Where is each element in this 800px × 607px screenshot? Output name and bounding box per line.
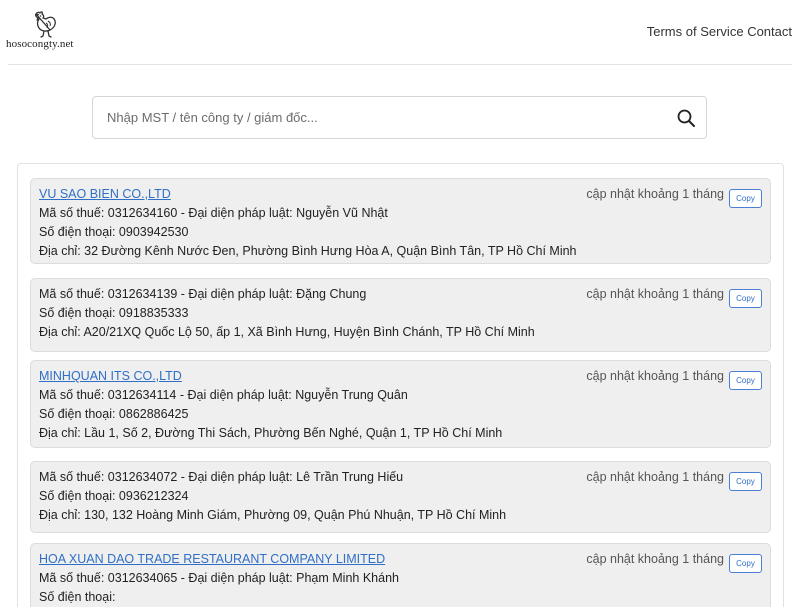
copy-button[interactable]: Copy <box>729 189 762 208</box>
updated-time: cập nhật khoảng 1 tháng <box>586 470 724 484</box>
copy-button[interactable]: Copy <box>729 289 762 308</box>
company-card: Mã số thuế: 0312634072 - Đại diện pháp l… <box>30 461 771 533</box>
tax-code-line: Mã số thuế: 0312634160 - Đại diện pháp l… <box>39 206 388 220</box>
address-line: Địa chỉ: 130, 132 Hoàng Minh Giám, Phườn… <box>39 508 507 522</box>
site-header: hosocongty.net Terms of Service Contact <box>0 0 800 64</box>
site-logo[interactable]: hosocongty.net <box>6 10 86 54</box>
tax-code-line: Mã số thuế: 0312634065 - Đại diện pháp l… <box>39 571 399 585</box>
header-divider <box>8 64 792 65</box>
company-name-link[interactable]: MINHQUAN ITS CO.,LTD <box>39 369 182 383</box>
phone-line: Số điện thoại: 0903942530 <box>39 225 189 239</box>
company-card: VU SAO BIEN CO.,LTD Mã số thuế: 03126341… <box>30 178 771 264</box>
phone-line: Số điện thoại: <box>39 590 116 604</box>
address-line: Địa chỉ: 32 Đường Kênh Nước Đen, Phường … <box>39 244 577 258</box>
updated-time: cập nhật khoảng 1 tháng <box>586 552 724 566</box>
company-card: HOA XUAN DAO TRADE RESTAURANT COMPANY LI… <box>30 543 771 607</box>
search-icon[interactable] <box>676 108 696 128</box>
address-line: Địa chỉ: A20/21XQ Quốc Lộ 50, ấp 1, Xã B… <box>39 325 535 339</box>
company-name-link[interactable]: VU SAO BIEN CO.,LTD <box>39 187 171 201</box>
nav-contact-link[interactable]: Contact <box>747 24 792 39</box>
rooster-logo-icon <box>34 11 56 38</box>
logo-text: hosocongty.net <box>6 38 74 50</box>
copy-button[interactable]: Copy <box>729 472 762 491</box>
company-name-link[interactable]: HOA XUAN DAO TRADE RESTAURANT COMPANY LI… <box>39 552 385 566</box>
search-box <box>92 96 707 139</box>
company-card: MINHQUAN ITS CO.,LTD Mã số thuế: 0312634… <box>30 360 771 448</box>
search-input[interactable] <box>93 97 663 138</box>
updated-time: cập nhật khoảng 1 tháng <box>586 187 724 201</box>
address-line: Địa chỉ: Lầu 1, Số 2, Đường Thi Sách, Ph… <box>39 426 503 440</box>
tax-code-line: Mã số thuế: 0312634114 - Đại diện pháp l… <box>39 388 408 402</box>
updated-time: cập nhật khoảng 1 tháng <box>586 287 724 301</box>
phone-line: Số điện thoại: 0918835333 <box>39 306 189 320</box>
updated-time: cập nhật khoảng 1 tháng <box>586 369 724 383</box>
top-nav: Terms of Service Contact <box>647 24 792 39</box>
copy-button[interactable]: Copy <box>729 554 762 573</box>
tax-code-line: Mã số thuế: 0312634139 - Đại diện pháp l… <box>39 287 367 301</box>
nav-terms-link[interactable]: Terms of Service <box>647 24 744 39</box>
tax-code-line: Mã số thuế: 0312634072 - Đại diện pháp l… <box>39 470 404 484</box>
company-card: Mã số thuế: 0312634139 - Đại diện pháp l… <box>30 278 771 352</box>
phone-line: Số điện thoại: 0862886425 <box>39 407 189 421</box>
results-panel: VU SAO BIEN CO.,LTD Mã số thuế: 03126341… <box>17 163 784 607</box>
copy-button[interactable]: Copy <box>729 371 762 390</box>
phone-line: Số điện thoại: 0936212324 <box>39 489 189 503</box>
